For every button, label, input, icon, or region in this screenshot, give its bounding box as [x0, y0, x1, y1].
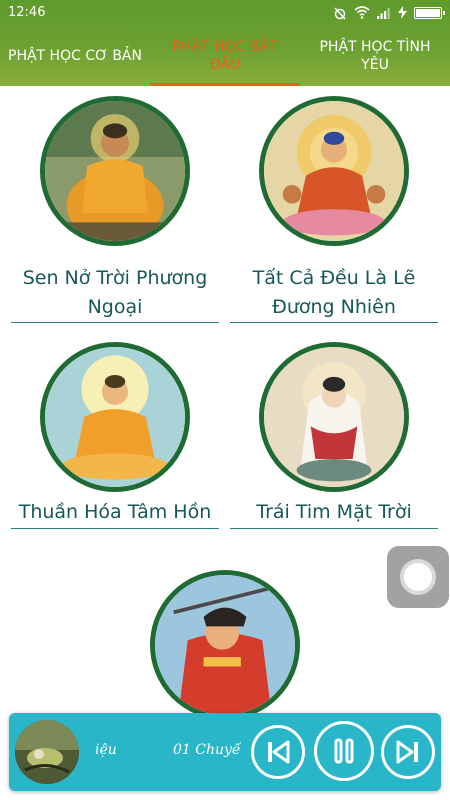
tab-label: PHẬT HỌC TÌNH YÊU — [319, 38, 431, 73]
status-bar: 12:46 — [0, 0, 450, 25]
warrior-deity-image — [155, 575, 295, 715]
item-card[interactable]: Sen Nở Trời Phương Ngoại — [11, 96, 219, 323]
item-card[interactable]: Trái Tim Mặt Trời — [230, 342, 438, 529]
item-thumbnail — [40, 342, 190, 492]
player-text-left: iệu — [95, 742, 117, 758]
buddha-with-disciples-image — [264, 101, 404, 241]
item-title: Sen Nở Trời Phương Ngoại — [22, 267, 208, 318]
charging-icon — [398, 6, 407, 19]
tab-label: PHẬT HỌC CƠ BẢN — [8, 47, 142, 64]
status-icons — [333, 6, 445, 20]
item-title: Trái Tim Mặt Trời — [256, 501, 412, 523]
tab-phat-hoc-tinh-yeu[interactable]: PHẬT HỌC TÌNH YÊU — [300, 25, 450, 86]
pause-button[interactable] — [314, 721, 374, 781]
item-thumbnail — [259, 96, 409, 246]
pause-icon — [334, 738, 354, 764]
wifi-icon — [354, 6, 370, 19]
item-divider — [230, 528, 438, 529]
album-art-image — [15, 720, 79, 784]
signal-icon — [377, 7, 390, 19]
item-divider — [230, 322, 438, 323]
buddha-meditating-image — [45, 101, 185, 241]
item-title: Tất Cả Đều Là Lẽ Đương Nhiên — [252, 267, 416, 318]
battery-fill — [416, 8, 440, 17]
item-divider — [11, 322, 219, 323]
app-header: 12:46 PHẬT HỌC CƠ BẢN PHẬT HỌC BẮT ĐẦU P… — [0, 0, 450, 86]
tab-bar: PHẬT HỌC CƠ BẢN PHẬT HỌC BẮT ĐẦU PHẬT HỌ… — [0, 25, 450, 86]
player-album-art[interactable] — [15, 720, 79, 784]
player-text-right: 01 Chuyế — [173, 742, 241, 758]
content-grid: Sen Nở Trời Phương Ngoại Tất Cả Đều Là L… — [0, 86, 450, 800]
item-thumbnail — [40, 96, 190, 246]
item-thumbnail — [259, 342, 409, 492]
item-divider — [11, 528, 219, 529]
item-card[interactable]: Tất Cả Đều Là Lẽ Đương Nhiên — [230, 96, 438, 323]
previous-button[interactable] — [251, 725, 305, 779]
status-time: 12:46 — [8, 5, 46, 20]
battery-icon — [414, 6, 445, 19]
guanyin-image — [264, 347, 404, 487]
player-track-marquee: iệu 01 Chuyế — [91, 740, 241, 764]
item-card[interactable] — [121, 570, 329, 730]
item-card[interactable]: Thuần Hóa Tâm Hồn — [11, 342, 219, 529]
next-button[interactable] — [381, 725, 435, 779]
alarm-off-icon — [334, 6, 346, 20]
tab-phat-hoc-bat-dau[interactable]: PHẬT HỌC BẮT ĐẦU — [150, 25, 300, 86]
assistive-touch-button[interactable] — [387, 546, 449, 608]
item-title: Thuần Hóa Tâm Hồn — [18, 501, 212, 523]
tab-phat-hoc-co-ban[interactable]: PHẬT HỌC CƠ BẢN — [0, 25, 150, 86]
assistive-touch-ring-icon — [400, 559, 436, 595]
tab-label: PHẬT HỌC BẮT ĐẦU — [172, 38, 278, 73]
next-icon — [396, 740, 418, 764]
previous-icon — [268, 740, 290, 764]
buddha-halo-image — [45, 347, 185, 487]
music-player-bar: iệu 01 Chuyế — [9, 713, 441, 791]
item-thumbnail — [150, 570, 300, 720]
